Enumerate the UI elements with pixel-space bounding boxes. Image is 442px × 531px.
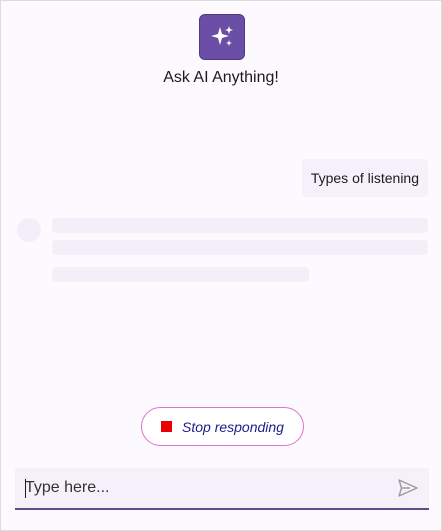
send-icon xyxy=(398,479,418,497)
response-skeleton-line xyxy=(52,267,309,282)
sparkles-icon xyxy=(199,14,245,60)
message-composer xyxy=(15,468,429,510)
text-caret xyxy=(25,479,26,498)
response-skeleton-line xyxy=(52,218,428,233)
chat-window: Ask AI Anything! Types of listening Stop… xyxy=(0,0,442,531)
assistant-avatar-skeleton xyxy=(17,218,41,242)
message-input[interactable] xyxy=(15,468,385,508)
user-message: Types of listening xyxy=(301,159,428,197)
stop-square-icon xyxy=(161,421,172,432)
response-skeleton-line xyxy=(52,240,428,255)
stop-responding-button[interactable]: Stop responding xyxy=(141,407,304,446)
page-title: Ask AI Anything! xyxy=(163,69,279,86)
send-button[interactable] xyxy=(397,477,419,499)
stop-responding-label: Stop responding xyxy=(182,418,284,435)
